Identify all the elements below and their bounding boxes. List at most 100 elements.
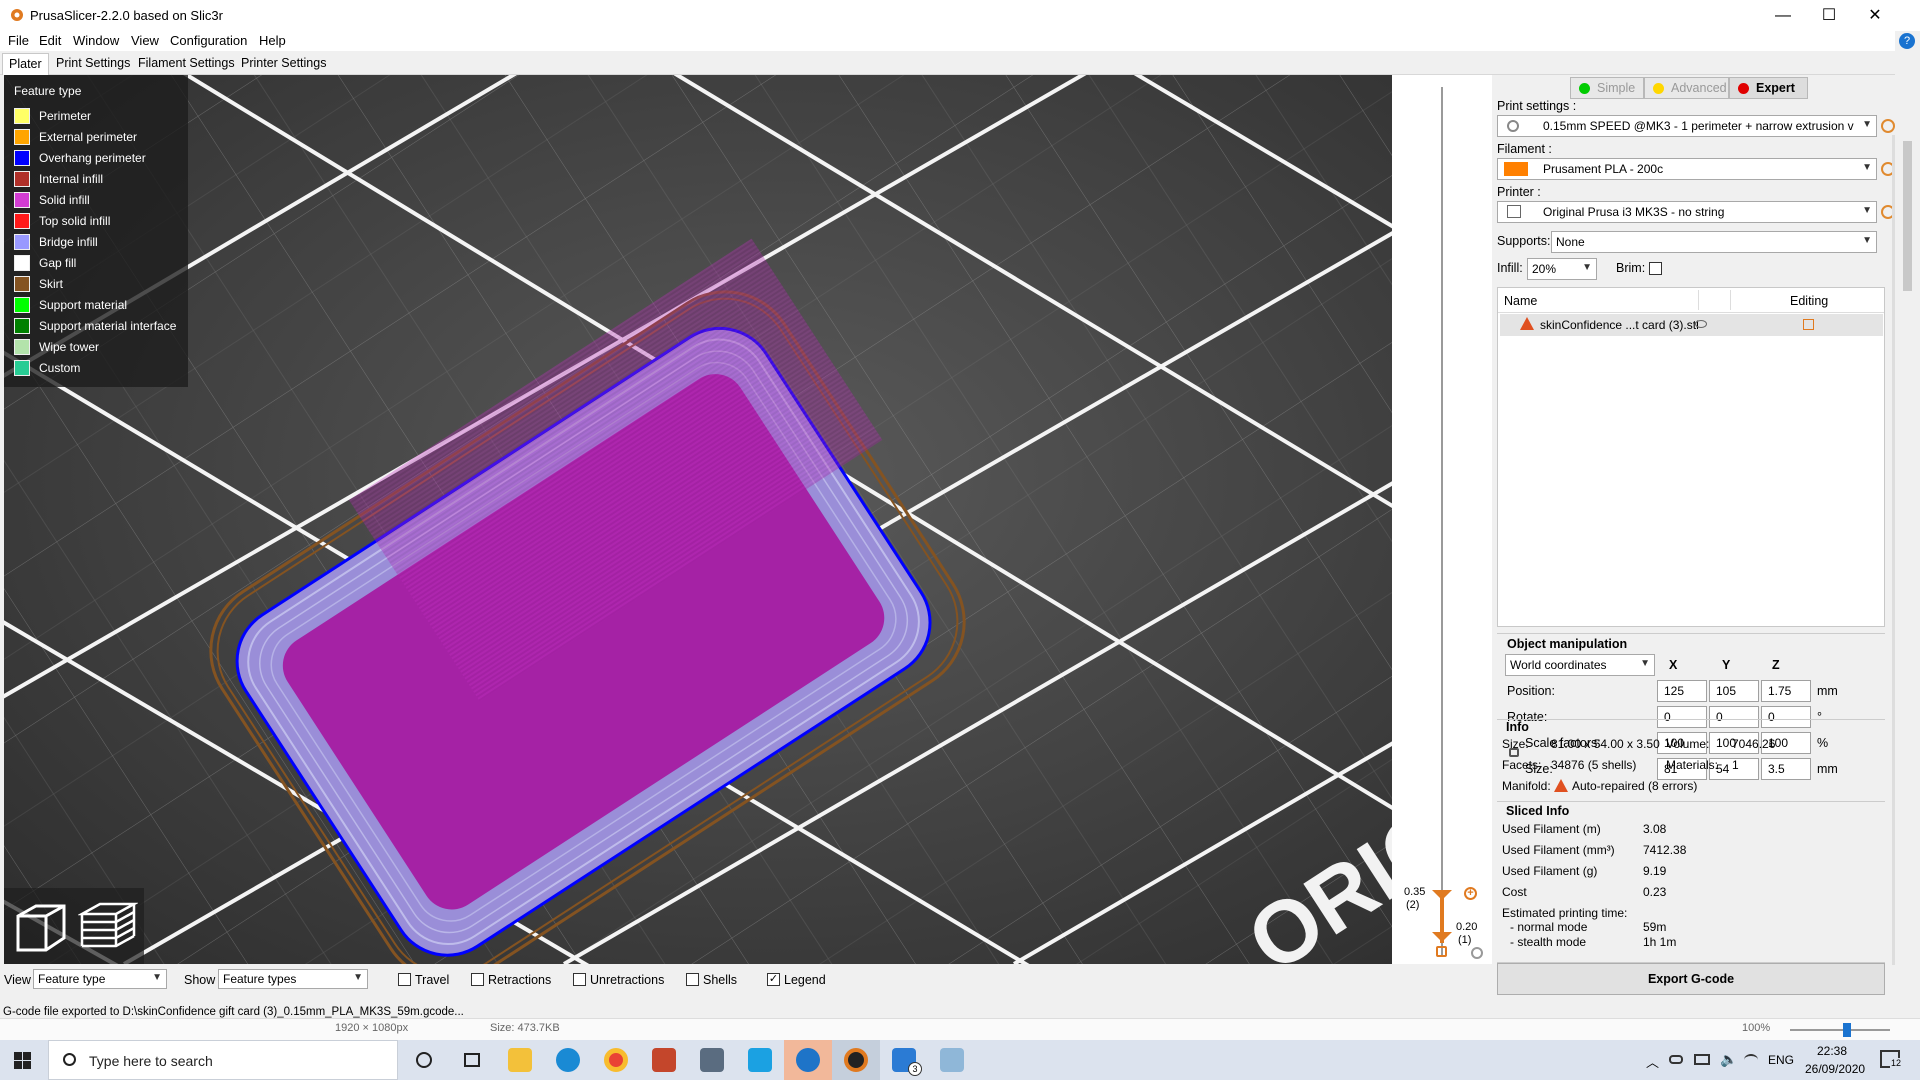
upper-thumb-icon[interactable] xyxy=(1432,890,1452,900)
clock-date[interactable]: 26/09/2020 xyxy=(1805,1062,1865,1076)
chevron-up-icon[interactable]: ︿ xyxy=(1646,1052,1659,1071)
brim-checkbox[interactable] xyxy=(1649,262,1662,275)
layer-slider-track[interactable] xyxy=(1441,87,1443,957)
normal-mode-label: - normal mode xyxy=(1510,920,1588,934)
app-c-icon[interactable] xyxy=(736,1040,784,1080)
language-indicator[interactable]: ENG xyxy=(1768,1053,1794,1067)
layer-slider-panel: + 0.35 (2) 0.20 (1) xyxy=(1392,75,1492,964)
col-editing-header: Editing xyxy=(1790,294,1829,308)
lower-thumb-icon[interactable] xyxy=(1432,932,1452,942)
notification-center-icon[interactable]: 12 xyxy=(1880,1050,1903,1068)
paint-icon[interactable] xyxy=(928,1040,976,1080)
show-features-combo[interactable]: Feature types ▼ xyxy=(218,969,368,989)
chrome-icon[interactable] xyxy=(592,1040,640,1080)
filament-combo[interactable]: Prusament PLA - 200c ▼ xyxy=(1497,158,1877,180)
menu-configuration[interactable]: Configuration xyxy=(170,33,247,48)
print-settings-combo[interactable]: 0.15mm SPEED @MK3 - 1 perimeter + narrow… xyxy=(1497,115,1877,137)
info-volume-label: Volume: xyxy=(1666,737,1710,751)
mode-simple-button[interactable]: Simple xyxy=(1570,77,1644,99)
rotate-y-input[interactable]: 0 xyxy=(1709,706,1759,728)
app-active-icon[interactable] xyxy=(784,1040,832,1080)
calculator-icon[interactable] xyxy=(688,1040,736,1080)
size-z-input[interactable]: 3.5 xyxy=(1761,758,1811,780)
chevron-down-icon: ▼ xyxy=(1862,119,1872,130)
menu-file[interactable]: File xyxy=(8,33,29,48)
add-color-change-icon[interactable]: + xyxy=(1464,887,1477,900)
object-row[interactable]: skinConfidence ...t card (3).stl xyxy=(1500,314,1883,336)
travel-checkbox[interactable] xyxy=(398,973,411,986)
mail-icon[interactable]: 3 xyxy=(880,1040,928,1080)
minimize-button[interactable]: — xyxy=(1760,0,1806,31)
tab-printer-settings[interactable]: Printer Settings xyxy=(235,53,332,75)
position-z-input[interactable]: 1.75 xyxy=(1761,680,1811,702)
chevron-down-icon: ▼ xyxy=(152,972,162,983)
rotate-z-input[interactable]: 0 xyxy=(1761,706,1811,728)
windows-start-icon[interactable] xyxy=(14,1052,31,1069)
layers-view-icon[interactable] xyxy=(78,898,138,958)
cost-value: 0.23 xyxy=(1643,885,1667,899)
position-x-input[interactable]: 125 xyxy=(1657,680,1707,702)
wifi-icon[interactable] xyxy=(1744,1054,1758,1066)
zoom-slider[interactable] xyxy=(1790,1029,1890,1031)
edge-icon[interactable] xyxy=(544,1040,592,1080)
window-title: PrusaSlicer-2.2.0 based on Slic3r xyxy=(30,8,223,23)
volume-icon[interactable]: 🔈 xyxy=(1720,1051,1737,1068)
task-view-icon[interactable] xyxy=(448,1040,496,1080)
cloud-icon[interactable] xyxy=(1669,1055,1683,1064)
coordinates-combo[interactable]: World coordinates ▼ xyxy=(1505,654,1655,676)
menu-bar: File Edit Window View Configuration Help xyxy=(0,31,1895,51)
tab-filament-settings[interactable]: Filament Settings xyxy=(132,53,241,75)
edit-object-icon[interactable] xyxy=(1803,319,1814,330)
tab-bar: Plater Print Settings Filament Settings … xyxy=(0,51,1895,75)
eye-icon[interactable] xyxy=(1695,320,1707,328)
rotate-x-input[interactable]: 0 xyxy=(1657,706,1707,728)
infill-combo[interactable]: 20% ▼ xyxy=(1527,258,1597,280)
outer-scrollbar-thumb[interactable] xyxy=(1903,141,1912,291)
retractions-checkbox[interactable] xyxy=(471,973,484,986)
legend-checkbox[interactable]: ✓ xyxy=(767,973,780,986)
mode-advanced-button[interactable]: Advanced xyxy=(1644,77,1729,99)
cortana-icon[interactable] xyxy=(400,1040,448,1080)
position-label: Position: xyxy=(1507,684,1555,698)
printer-combo[interactable]: Original Prusa i3 MK3S - no string ▼ xyxy=(1497,201,1877,223)
powerpoint-icon[interactable] xyxy=(640,1040,688,1080)
3d-preview-canvas[interactable]: ORIG xyxy=(4,75,1392,964)
print-settings-icon xyxy=(1507,120,1519,132)
close-button[interactable]: ✕ xyxy=(1852,0,1898,31)
position-y-input[interactable]: 105 xyxy=(1709,680,1759,702)
tab-print-settings[interactable]: Print Settings xyxy=(50,53,136,75)
axis-x-label: X xyxy=(1669,658,1678,672)
view-type-combo[interactable]: Feature type ▼ xyxy=(33,969,167,989)
clock-time[interactable]: 22:38 xyxy=(1817,1044,1847,1058)
shells-checkbox[interactable] xyxy=(686,973,699,986)
upper-layer-index: (2) xyxy=(1406,899,1420,911)
legend-swatch xyxy=(14,360,30,376)
prusaslicer-taskbar-icon[interactable] xyxy=(832,1040,880,1080)
taskbar-search-box[interactable]: Type here to search xyxy=(48,1040,398,1080)
legend-swatch xyxy=(14,108,30,124)
supports-combo[interactable]: None ▼ xyxy=(1551,231,1877,253)
outer-scrollbar[interactable]: ? xyxy=(1895,31,1920,1031)
print-settings-edit-gear-icon[interactable] xyxy=(1881,119,1895,133)
menu-edit[interactable]: Edit xyxy=(39,33,61,48)
menu-window[interactable]: Window xyxy=(73,33,119,48)
slider-settings-cog-icon[interactable] xyxy=(1471,947,1483,959)
lock-icon[interactable] xyxy=(1436,946,1447,957)
zoom-slider-thumb[interactable] xyxy=(1843,1023,1851,1037)
info-materials-value: 1 xyxy=(1732,758,1739,772)
tab-plater[interactable]: Plater xyxy=(2,53,49,75)
maximize-button[interactable]: ☐ xyxy=(1806,0,1852,31)
menu-help[interactable]: Help xyxy=(259,33,286,48)
printer-icon xyxy=(1507,205,1521,218)
3d-view-cube-icon[interactable] xyxy=(10,898,70,958)
mode-expert-button[interactable]: Expert xyxy=(1729,77,1808,99)
cost-label: Cost xyxy=(1502,885,1527,899)
sidebar-scrollbar[interactable] xyxy=(1892,135,1895,965)
help-icon[interactable]: ? xyxy=(1899,33,1915,49)
unretractions-checkbox[interactable] xyxy=(573,973,586,986)
battery-icon[interactable] xyxy=(1694,1054,1710,1065)
file-explorer-icon[interactable] xyxy=(496,1040,544,1080)
brim-label: Brim: xyxy=(1616,261,1646,275)
menu-view[interactable]: View xyxy=(131,33,159,48)
export-gcode-button[interactable]: Export G-code xyxy=(1497,963,1885,995)
